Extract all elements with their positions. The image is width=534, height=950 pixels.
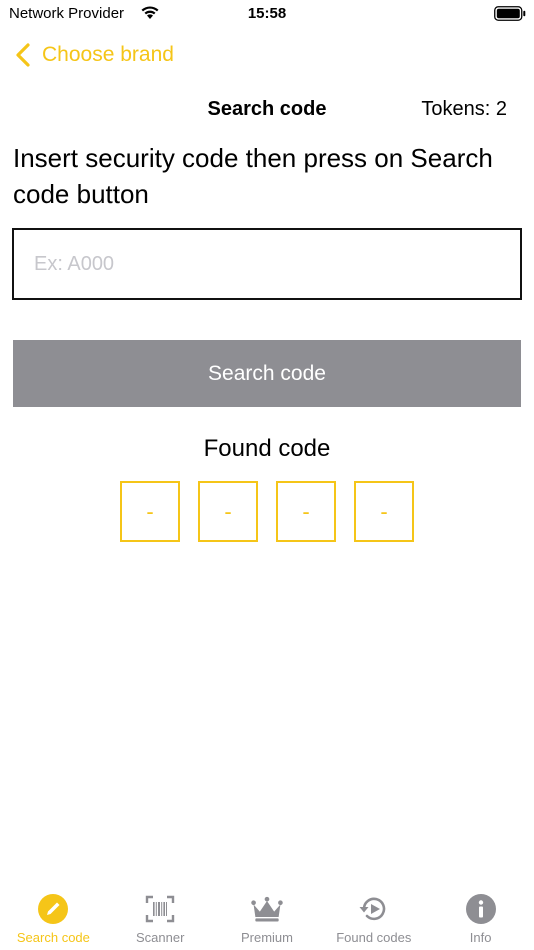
found-code-digit-1: - — [120, 481, 180, 542]
crown-icon — [250, 892, 284, 926]
status-bar: Network Provider 15:58 — [0, 0, 534, 28]
instruction-text: Insert security code then press on Searc… — [13, 143, 493, 209]
security-code-input[interactable] — [14, 230, 520, 298]
tab-search-code[interactable]: Search code — [0, 888, 107, 950]
battery-icon — [494, 6, 526, 21]
status-time: 15:58 — [247, 5, 287, 22]
found-code-label: Found code — [203, 435, 331, 462]
tab-info[interactable]: Info — [427, 888, 534, 950]
tab-label: Search code — [16, 930, 90, 945]
tab-scanner[interactable]: Scanner — [107, 888, 214, 950]
chevron-left-icon — [16, 43, 30, 67]
tokens-count: Tokens: 2 — [421, 98, 507, 120]
tab-label: Info — [469, 930, 492, 945]
found-code-digit-4: - — [354, 481, 414, 542]
history-icon — [357, 892, 391, 926]
tab-bar: Search code Scanner Premium Found codes … — [0, 888, 534, 950]
header: Search code Tokens: 2 — [0, 98, 534, 126]
found-code-digit-3: - — [276, 481, 336, 542]
found-code-digit-2: - — [198, 481, 258, 542]
security-code-field — [12, 228, 522, 300]
search-code-button[interactable]: Search code — [13, 340, 521, 407]
tab-label: Scanner — [135, 930, 185, 945]
back-button-label: Choose brand — [42, 43, 174, 66]
tab-premium[interactable]: Premium — [214, 888, 321, 950]
back-button[interactable]: Choose brand — [14, 40, 174, 70]
barcode-scanner-icon — [143, 892, 177, 926]
tab-label: Premium — [240, 930, 293, 945]
tab-found-codes[interactable]: Found codes — [320, 888, 427, 950]
info-icon — [464, 892, 498, 926]
pencil-icon — [36, 892, 70, 926]
found-code-boxes: - - - - — [120, 481, 414, 542]
tab-label: Found codes — [336, 930, 412, 945]
